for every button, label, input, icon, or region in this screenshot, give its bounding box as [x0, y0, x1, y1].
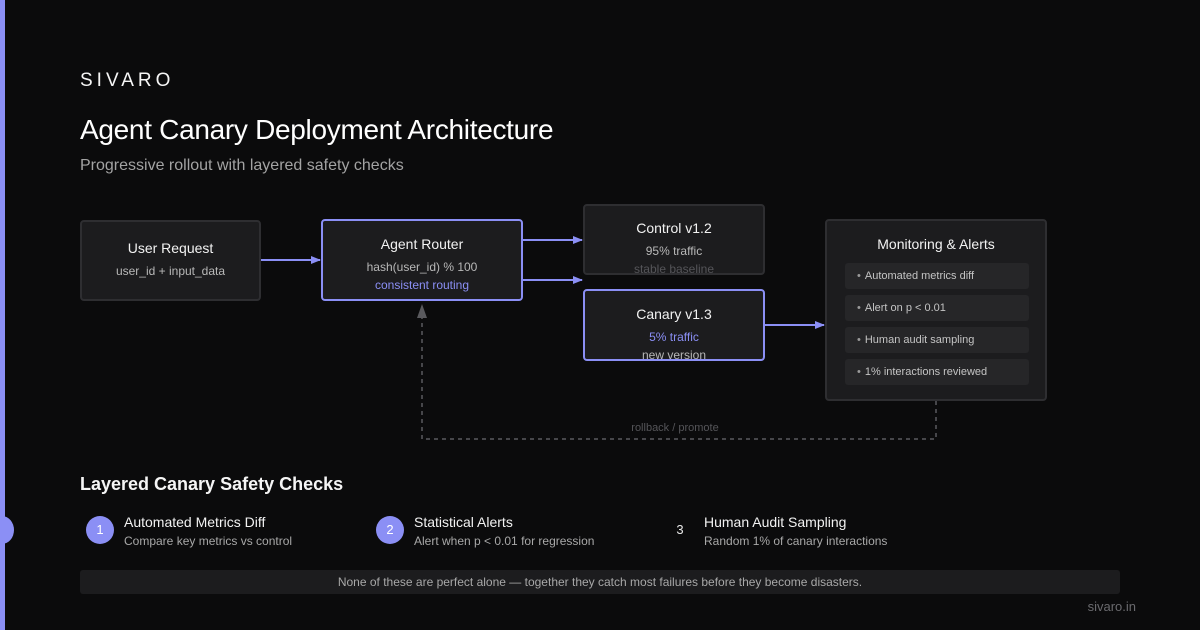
- monitoring-title: Monitoring & Alerts: [877, 236, 995, 252]
- bullet-icon: •: [857, 334, 861, 346]
- safety-check-3: 3 Human Audit Sampling Random 1% of cana…: [666, 514, 926, 554]
- feedback-loop-arrowhead: [417, 304, 427, 318]
- monitoring-item-label: Automated metrics diff: [864, 270, 975, 282]
- check-title: Statistical Alerts: [414, 514, 513, 530]
- node-monitoring: Monitoring & Alerts • Automated metrics d…: [825, 219, 1047, 401]
- node-canary: Canary v1.3 5% traffic new version: [583, 289, 765, 362]
- node-title: Agent Router: [380, 236, 464, 252]
- node-detail: user_id + input_data: [115, 264, 226, 278]
- node-traffic: 5% traffic: [649, 330, 699, 344]
- node-note: consistent routing: [374, 278, 470, 292]
- feedback-label: rollback / promote: [631, 422, 719, 434]
- node-agent-router: Agent Router hash(user_id) % 100 consist…: [321, 219, 523, 301]
- node-detail: hash(user_id) % 100: [366, 260, 478, 274]
- check-title: Human Audit Sampling: [704, 514, 847, 530]
- footer-note: None of these are perfect alone — togeth…: [80, 570, 1120, 594]
- brand-logo: SIVARO: [80, 70, 175, 91]
- bullet-icon: •: [857, 270, 861, 282]
- check-description: Alert when p < 0.01 for regression: [414, 534, 595, 548]
- safety-check-1: 1 Automated Metrics Diff Compare key met…: [86, 514, 346, 554]
- monitoring-item: • 1% interactions reviewed: [845, 359, 1029, 385]
- node-note: new version: [641, 348, 707, 362]
- node-title: User Request: [127, 240, 214, 256]
- bullet-icon: •: [857, 366, 861, 378]
- monitoring-item-label: 1% interactions reviewed: [864, 366, 988, 378]
- check-description: Compare key metrics vs control: [124, 534, 293, 548]
- node-title: Control v1.2: [636, 220, 712, 236]
- accent-dot: [0, 516, 14, 544]
- step-number-badge: 3: [676, 522, 684, 537]
- site-url: sivaro.in: [1087, 599, 1136, 614]
- safety-check-2: 2 Statistical Alerts Alert when p < 0.01…: [376, 514, 646, 554]
- monitoring-item: • Human audit sampling: [845, 327, 1029, 353]
- node-control: Control v1.2 95% traffic stable baseline: [583, 204, 765, 276]
- check-title: Automated Metrics Diff: [124, 514, 266, 530]
- monitoring-item-label: Human audit sampling: [864, 334, 975, 346]
- node-title: Canary v1.3: [636, 306, 712, 322]
- bullet-icon: •: [857, 302, 861, 314]
- page-subtitle: Progressive rollout with layered safety …: [80, 157, 404, 174]
- step-number-badge: 1: [86, 516, 114, 544]
- step-number-badge: 2: [376, 516, 404, 544]
- node-traffic: 95% traffic: [645, 244, 703, 258]
- node-user-request: User Request user_id + input_data: [80, 220, 261, 301]
- check-description: Random 1% of canary interactions: [704, 534, 888, 548]
- safety-section-title: Layered Canary Safety Checks: [80, 474, 344, 494]
- node-note: stable baseline: [633, 262, 715, 276]
- monitoring-item: • Alert on p < 0.01: [845, 295, 1029, 321]
- page-title: Agent Canary Deployment Architecture: [80, 114, 554, 145]
- monitoring-item-label: Alert on p < 0.01: [864, 302, 946, 314]
- monitoring-item: • Automated metrics diff: [845, 263, 1029, 289]
